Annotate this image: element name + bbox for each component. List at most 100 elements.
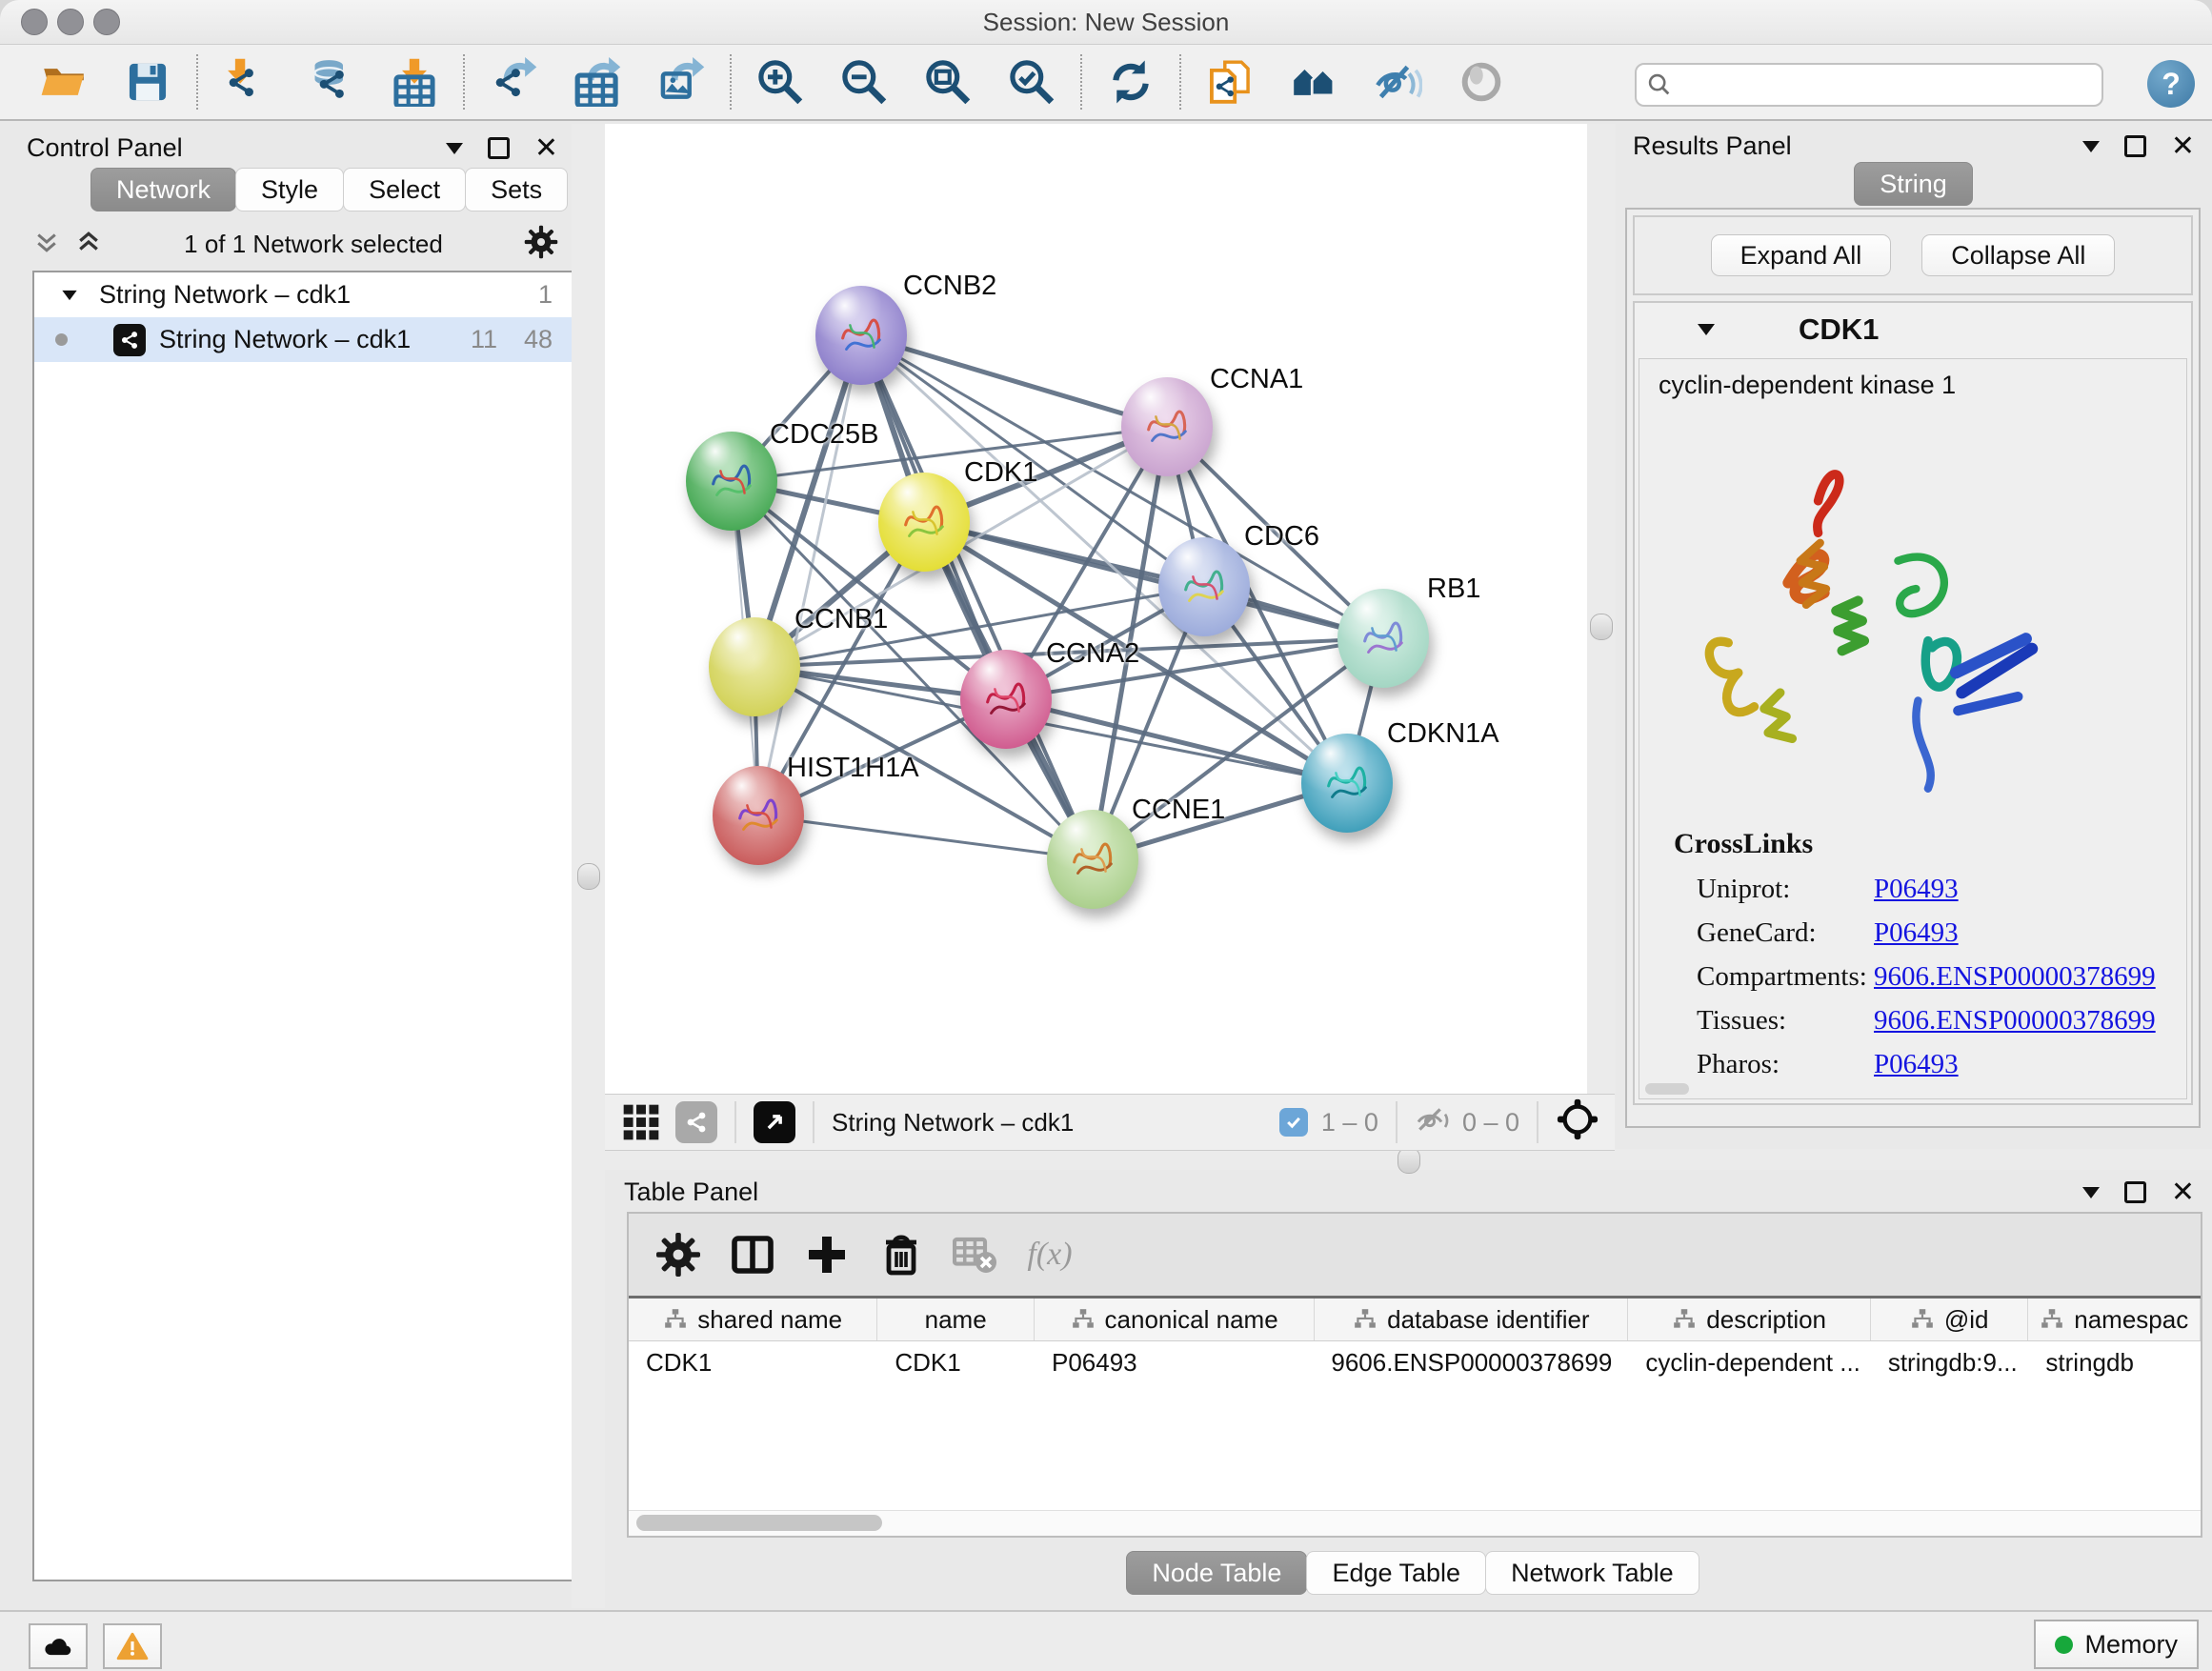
add-column-icon[interactable]	[804, 1232, 850, 1278]
delete-column-icon[interactable]	[878, 1232, 924, 1278]
zoom-fit-icon[interactable]	[922, 56, 974, 108]
selected-checkbox[interactable]	[1279, 1108, 1308, 1137]
fit-selected-crosshair-icon[interactable]	[1556, 1097, 1599, 1148]
node-RB1[interactable]	[1337, 589, 1429, 688]
zoom-out-icon[interactable]	[838, 56, 890, 108]
table-row[interactable]: CDK1CDK1P064939606.ENSP00000378699cyclin…	[629, 1341, 2201, 1383]
node-CCNB2[interactable]	[815, 286, 907, 385]
birdseye-toggle-icon[interactable]	[1456, 56, 1507, 108]
tab-network-table[interactable]: Network Table	[1485, 1551, 1699, 1595]
column-header-@id[interactable]: @id	[1871, 1299, 2029, 1340]
table-cell[interactable]: P06493	[1035, 1341, 1315, 1383]
node-CCNB1[interactable]	[709, 617, 800, 716]
show-columns-icon[interactable]	[730, 1232, 775, 1278]
export-network-icon[interactable]	[488, 56, 539, 108]
table-float-icon[interactable]	[2124, 1181, 2146, 1203]
expand-all-button[interactable]: Expand All	[1711, 234, 1892, 276]
node-CDC6[interactable]	[1158, 537, 1250, 636]
tab-select[interactable]: Select	[343, 168, 466, 211]
column-header-description[interactable]: description	[1628, 1299, 1870, 1340]
table-cell[interactable]: cyclin-dependent ...	[1628, 1341, 1870, 1383]
zoom-selected-icon[interactable]	[1006, 56, 1057, 108]
column-header-name[interactable]: name	[877, 1299, 1035, 1340]
right-splitter[interactable]	[1587, 124, 1616, 1094]
view-grid-icon[interactable]	[620, 1101, 662, 1143]
search-input[interactable]	[1635, 63, 2103, 107]
node-CCNE1[interactable]	[1047, 810, 1138, 909]
collection-expand-icon[interactable]	[62, 290, 76, 299]
results-float-icon[interactable]	[2124, 135, 2146, 157]
tab-network[interactable]: Network	[90, 168, 236, 211]
table-menu-icon[interactable]	[2082, 1187, 2100, 1198]
close-panel-icon[interactable]: ✕	[534, 139, 558, 158]
export-table-icon[interactable]	[572, 56, 623, 108]
results-close-icon[interactable]: ✕	[2171, 137, 2195, 156]
import-database-icon[interactable]	[305, 56, 356, 108]
home-icon[interactable]	[1288, 56, 1339, 108]
network-canvas[interactable]: CCNB2 CCNA1 CDC25B CDK1 CDC6 RB1CCNB1 CC…	[605, 124, 1587, 1094]
column-header-namespac[interactable]: namespac	[2028, 1299, 2201, 1340]
zoom-in-icon[interactable]	[754, 56, 806, 108]
import-network-icon[interactable]	[221, 56, 272, 108]
tab-edge-table[interactable]: Edge Table	[1306, 1551, 1486, 1595]
collapse-all-button[interactable]: Collapse All	[1921, 234, 2115, 276]
table-cell[interactable]: CDK1	[629, 1341, 877, 1383]
crosslink-link[interactable]: P06493	[1874, 1049, 1959, 1080]
save-session-icon[interactable]	[122, 56, 173, 108]
node-CDKN1A[interactable]	[1301, 734, 1393, 833]
table-cell[interactable]: stringdb	[2028, 1341, 2201, 1383]
network-share-button[interactable]	[675, 1101, 717, 1143]
tab-sets[interactable]: Sets	[465, 168, 568, 211]
table-cell[interactable]: 9606.ENSP00000378699	[1315, 1341, 1628, 1383]
table-cell[interactable]: stringdb:9...	[1871, 1341, 2029, 1383]
node-CDK1[interactable]	[878, 473, 970, 572]
status-bar: Memory	[0, 1610, 2212, 1671]
clone-network-view-icon[interactable]	[1204, 56, 1256, 108]
crosslink-link[interactable]: P06493	[1874, 917, 1959, 949]
node-CDC25B[interactable]	[686, 432, 777, 531]
table-close-icon[interactable]: ✕	[2171, 1183, 2195, 1202]
network-collection-row[interactable]: String Network – cdk1 1	[34, 272, 573, 317]
table-hscroll-thumb[interactable]	[636, 1515, 882, 1531]
horizontal-splitter[interactable]	[605, 1149, 2212, 1170]
crosslink-link[interactable]: P06493	[1874, 874, 1959, 905]
entry-collapse-icon[interactable]	[1698, 324, 1715, 335]
column-header-database-identifier[interactable]: database identifier	[1315, 1299, 1628, 1340]
network-row[interactable]: String Network – cdk1 11 48	[34, 317, 573, 362]
import-table-icon[interactable]	[389, 56, 440, 108]
results-menu-icon[interactable]	[2082, 141, 2100, 152]
memory-button[interactable]: Memory	[2034, 1620, 2199, 1669]
expand-all-icon[interactable]	[74, 228, 103, 261]
float-panel-icon[interactable]	[488, 137, 510, 159]
collapse-all-icon[interactable]	[32, 228, 61, 261]
open-session-icon[interactable]	[38, 56, 90, 108]
left-splitter[interactable]	[572, 124, 605, 1608]
table-cell[interactable]: CDK1	[877, 1341, 1035, 1383]
export-image-icon[interactable]	[655, 56, 707, 108]
show-hide-graphics-icon[interactable]	[1372, 56, 1423, 108]
edge-CCNB2-CCNA1[interactable]	[861, 335, 1167, 427]
crosslink-link[interactable]: 9606.ENSP00000378699	[1874, 961, 2156, 993]
table-settings-icon[interactable]	[655, 1232, 701, 1278]
results-hscroll-thumb[interactable]	[1645, 1083, 1689, 1095]
panel-menu-icon[interactable]	[446, 143, 463, 154]
edge-CCNB2-HIST1H1A[interactable]	[758, 335, 861, 815]
tab-node-table[interactable]: Node Table	[1126, 1551, 1307, 1595]
birdseye-view-button[interactable]	[754, 1101, 795, 1143]
cloud-button[interactable]	[29, 1623, 88, 1669]
table-hscrollbar[interactable]	[629, 1510, 2201, 1536]
refresh-icon[interactable]	[1105, 56, 1156, 108]
tab-string[interactable]: String	[1854, 162, 1973, 206]
edge-HIST1H1A-CCNE1[interactable]	[758, 815, 1093, 859]
right-splitter-handle[interactable]	[1590, 614, 1613, 640]
help-button[interactable]: ?	[2147, 60, 2195, 108]
column-header-canonical-name[interactable]: canonical name	[1035, 1299, 1315, 1340]
left-splitter-handle[interactable]	[577, 863, 600, 890]
tab-style[interactable]: Style	[235, 168, 344, 211]
node-CCNA1[interactable]	[1121, 377, 1213, 476]
node-CCNA2[interactable]	[960, 650, 1052, 749]
crosslink-link[interactable]: 9606.ENSP00000378699	[1874, 1005, 2156, 1037]
column-header-shared-name[interactable]: shared name	[629, 1299, 877, 1340]
network-options-gear-icon[interactable]	[524, 225, 558, 264]
warning-button[interactable]	[103, 1623, 162, 1669]
